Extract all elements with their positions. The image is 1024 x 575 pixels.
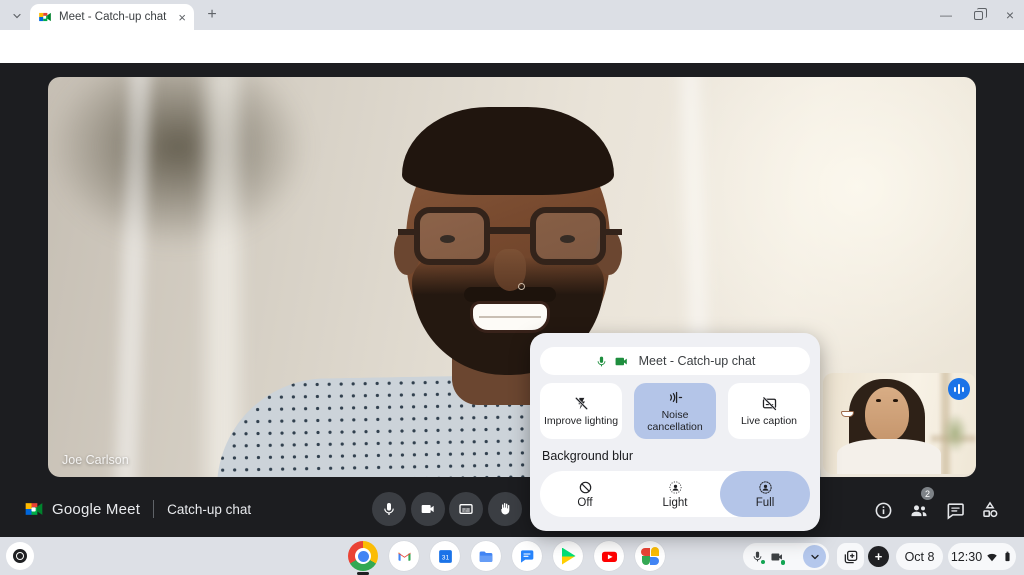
video-background-frame bbox=[206, 77, 240, 477]
shelf-app-play-store[interactable] bbox=[553, 541, 583, 571]
browser-tab[interactable]: Meet - Catch-up chat × bbox=[30, 4, 194, 30]
meeting-title: Catch-up chat bbox=[167, 502, 251, 517]
mic-button[interactable] bbox=[372, 492, 406, 526]
calendar-icon: 31 bbox=[437, 548, 454, 565]
blur-light-icon bbox=[668, 480, 683, 495]
self-view-tile bbox=[823, 373, 976, 474]
camera-button[interactable] bbox=[411, 492, 445, 526]
restore-icon bbox=[974, 11, 983, 20]
chrome-active-indicator bbox=[357, 572, 369, 575]
active-meeting-title: Meet - Catch-up chat bbox=[639, 354, 756, 368]
meeting-info-button[interactable] bbox=[871, 498, 895, 522]
background-blur-segmented-control: Off Light Full bbox=[540, 471, 810, 517]
shelf-app-photos[interactable] bbox=[635, 541, 665, 571]
shelf-app-gmail[interactable] bbox=[389, 541, 419, 571]
tab-close-icon[interactable]: × bbox=[178, 11, 186, 24]
shelf-app-files[interactable] bbox=[471, 541, 501, 571]
date-label: Oct 8 bbox=[905, 550, 935, 564]
blur-off-option[interactable]: Off bbox=[540, 471, 630, 517]
tab-title: Meet - Catch-up chat bbox=[59, 11, 171, 23]
tab-search-chevron-icon[interactable] bbox=[8, 7, 26, 25]
brand-name: Google Meet bbox=[52, 501, 140, 518]
blur-off-icon bbox=[578, 480, 593, 495]
shelf-app-chrome[interactable] bbox=[348, 541, 378, 571]
meet-favicon-icon bbox=[38, 10, 52, 24]
participant-name-label: Joe Carlson bbox=[62, 453, 129, 467]
youtube-icon bbox=[600, 547, 619, 566]
camera-in-use-icon bbox=[770, 550, 784, 564]
svg-text:31: 31 bbox=[441, 554, 449, 561]
tab-strip: Meet - Catch-up chat × + — × bbox=[0, 0, 1024, 30]
raise-hand-button[interactable] bbox=[488, 492, 522, 526]
video-background-blob bbox=[48, 77, 358, 287]
chat-app-icon bbox=[519, 548, 535, 564]
shelf-app-youtube[interactable] bbox=[594, 541, 624, 571]
people-count-badge: 2 bbox=[921, 487, 934, 500]
background-blur-section-title: Background blur bbox=[542, 449, 633, 463]
blur-full-icon bbox=[758, 480, 773, 495]
new-tab-button[interactable]: + bbox=[202, 5, 222, 25]
photos-icon bbox=[641, 547, 659, 565]
browser-toolbar: ← → ↻ meet.google.com/jmx-zgoh-jka?authu… bbox=[0, 30, 1024, 63]
camera-active-icon bbox=[614, 354, 629, 369]
screen-capture-button[interactable] bbox=[837, 543, 864, 570]
chat-button[interactable] bbox=[943, 498, 967, 522]
activities-button[interactable] bbox=[978, 498, 1002, 522]
mic-in-use-icon bbox=[751, 550, 764, 563]
noise-cancellation-icon bbox=[667, 389, 684, 406]
live-caption-toggle[interactable]: Live caption bbox=[728, 383, 810, 439]
gmail-icon bbox=[396, 548, 413, 565]
noise-cancellation-toggle[interactable]: Noise cancellation bbox=[634, 383, 716, 439]
shelf-app-calendar[interactable]: 31 bbox=[430, 541, 460, 571]
mic-active-icon bbox=[595, 355, 608, 368]
improve-lighting-toggle[interactable]: Improve lighting bbox=[540, 383, 622, 439]
status-tray[interactable]: 12:30 bbox=[948, 543, 1016, 570]
caption-off-icon bbox=[761, 395, 778, 412]
chromeos-screen: Meet - Catch-up chat × + — × ← → ↻ meet.… bbox=[0, 0, 1024, 575]
shelf-app-chat[interactable] bbox=[512, 541, 542, 571]
media-quick-settings-panel: Meet - Catch-up chat Improve lighting No… bbox=[530, 333, 820, 531]
launcher-icon bbox=[13, 549, 27, 563]
audio-level-indicator-icon bbox=[948, 378, 970, 400]
blur-full-option[interactable]: Full bbox=[720, 471, 810, 517]
chrome-logo-icon bbox=[348, 541, 378, 571]
brand-divider bbox=[153, 500, 154, 518]
people-button[interactable] bbox=[907, 498, 931, 522]
play-store-icon bbox=[561, 548, 576, 565]
wifi-icon bbox=[986, 551, 998, 563]
active-meeting-chip[interactable]: Meet - Catch-up chat bbox=[540, 347, 810, 375]
google-meet-logo-icon bbox=[24, 499, 44, 519]
notification-counter[interactable]: + bbox=[868, 546, 889, 567]
window-close-button[interactable]: × bbox=[1000, 6, 1020, 24]
selfview-background bbox=[942, 413, 968, 453]
window-restore-button[interactable] bbox=[968, 6, 988, 24]
meet-brand: Google Meet Catch-up chat bbox=[24, 497, 251, 521]
date-button[interactable]: Oct 8 bbox=[896, 543, 943, 570]
lighting-off-icon bbox=[573, 395, 590, 412]
mic-active-dot bbox=[760, 559, 767, 566]
time-label: 12:30 bbox=[951, 550, 982, 564]
screen-capture-icon bbox=[843, 549, 859, 565]
privacy-indicator-pill[interactable] bbox=[743, 543, 829, 570]
blur-light-option[interactable]: Light bbox=[630, 471, 720, 517]
battery-icon bbox=[1002, 550, 1013, 563]
media-panel-chevron-button[interactable] bbox=[803, 545, 826, 568]
launcher-button[interactable] bbox=[6, 542, 34, 570]
window-minimize-button[interactable]: — bbox=[936, 6, 956, 24]
files-icon bbox=[477, 547, 495, 565]
captions-button[interactable] bbox=[449, 492, 483, 526]
camera-active-dot bbox=[780, 559, 787, 566]
video-background-light bbox=[648, 77, 976, 377]
